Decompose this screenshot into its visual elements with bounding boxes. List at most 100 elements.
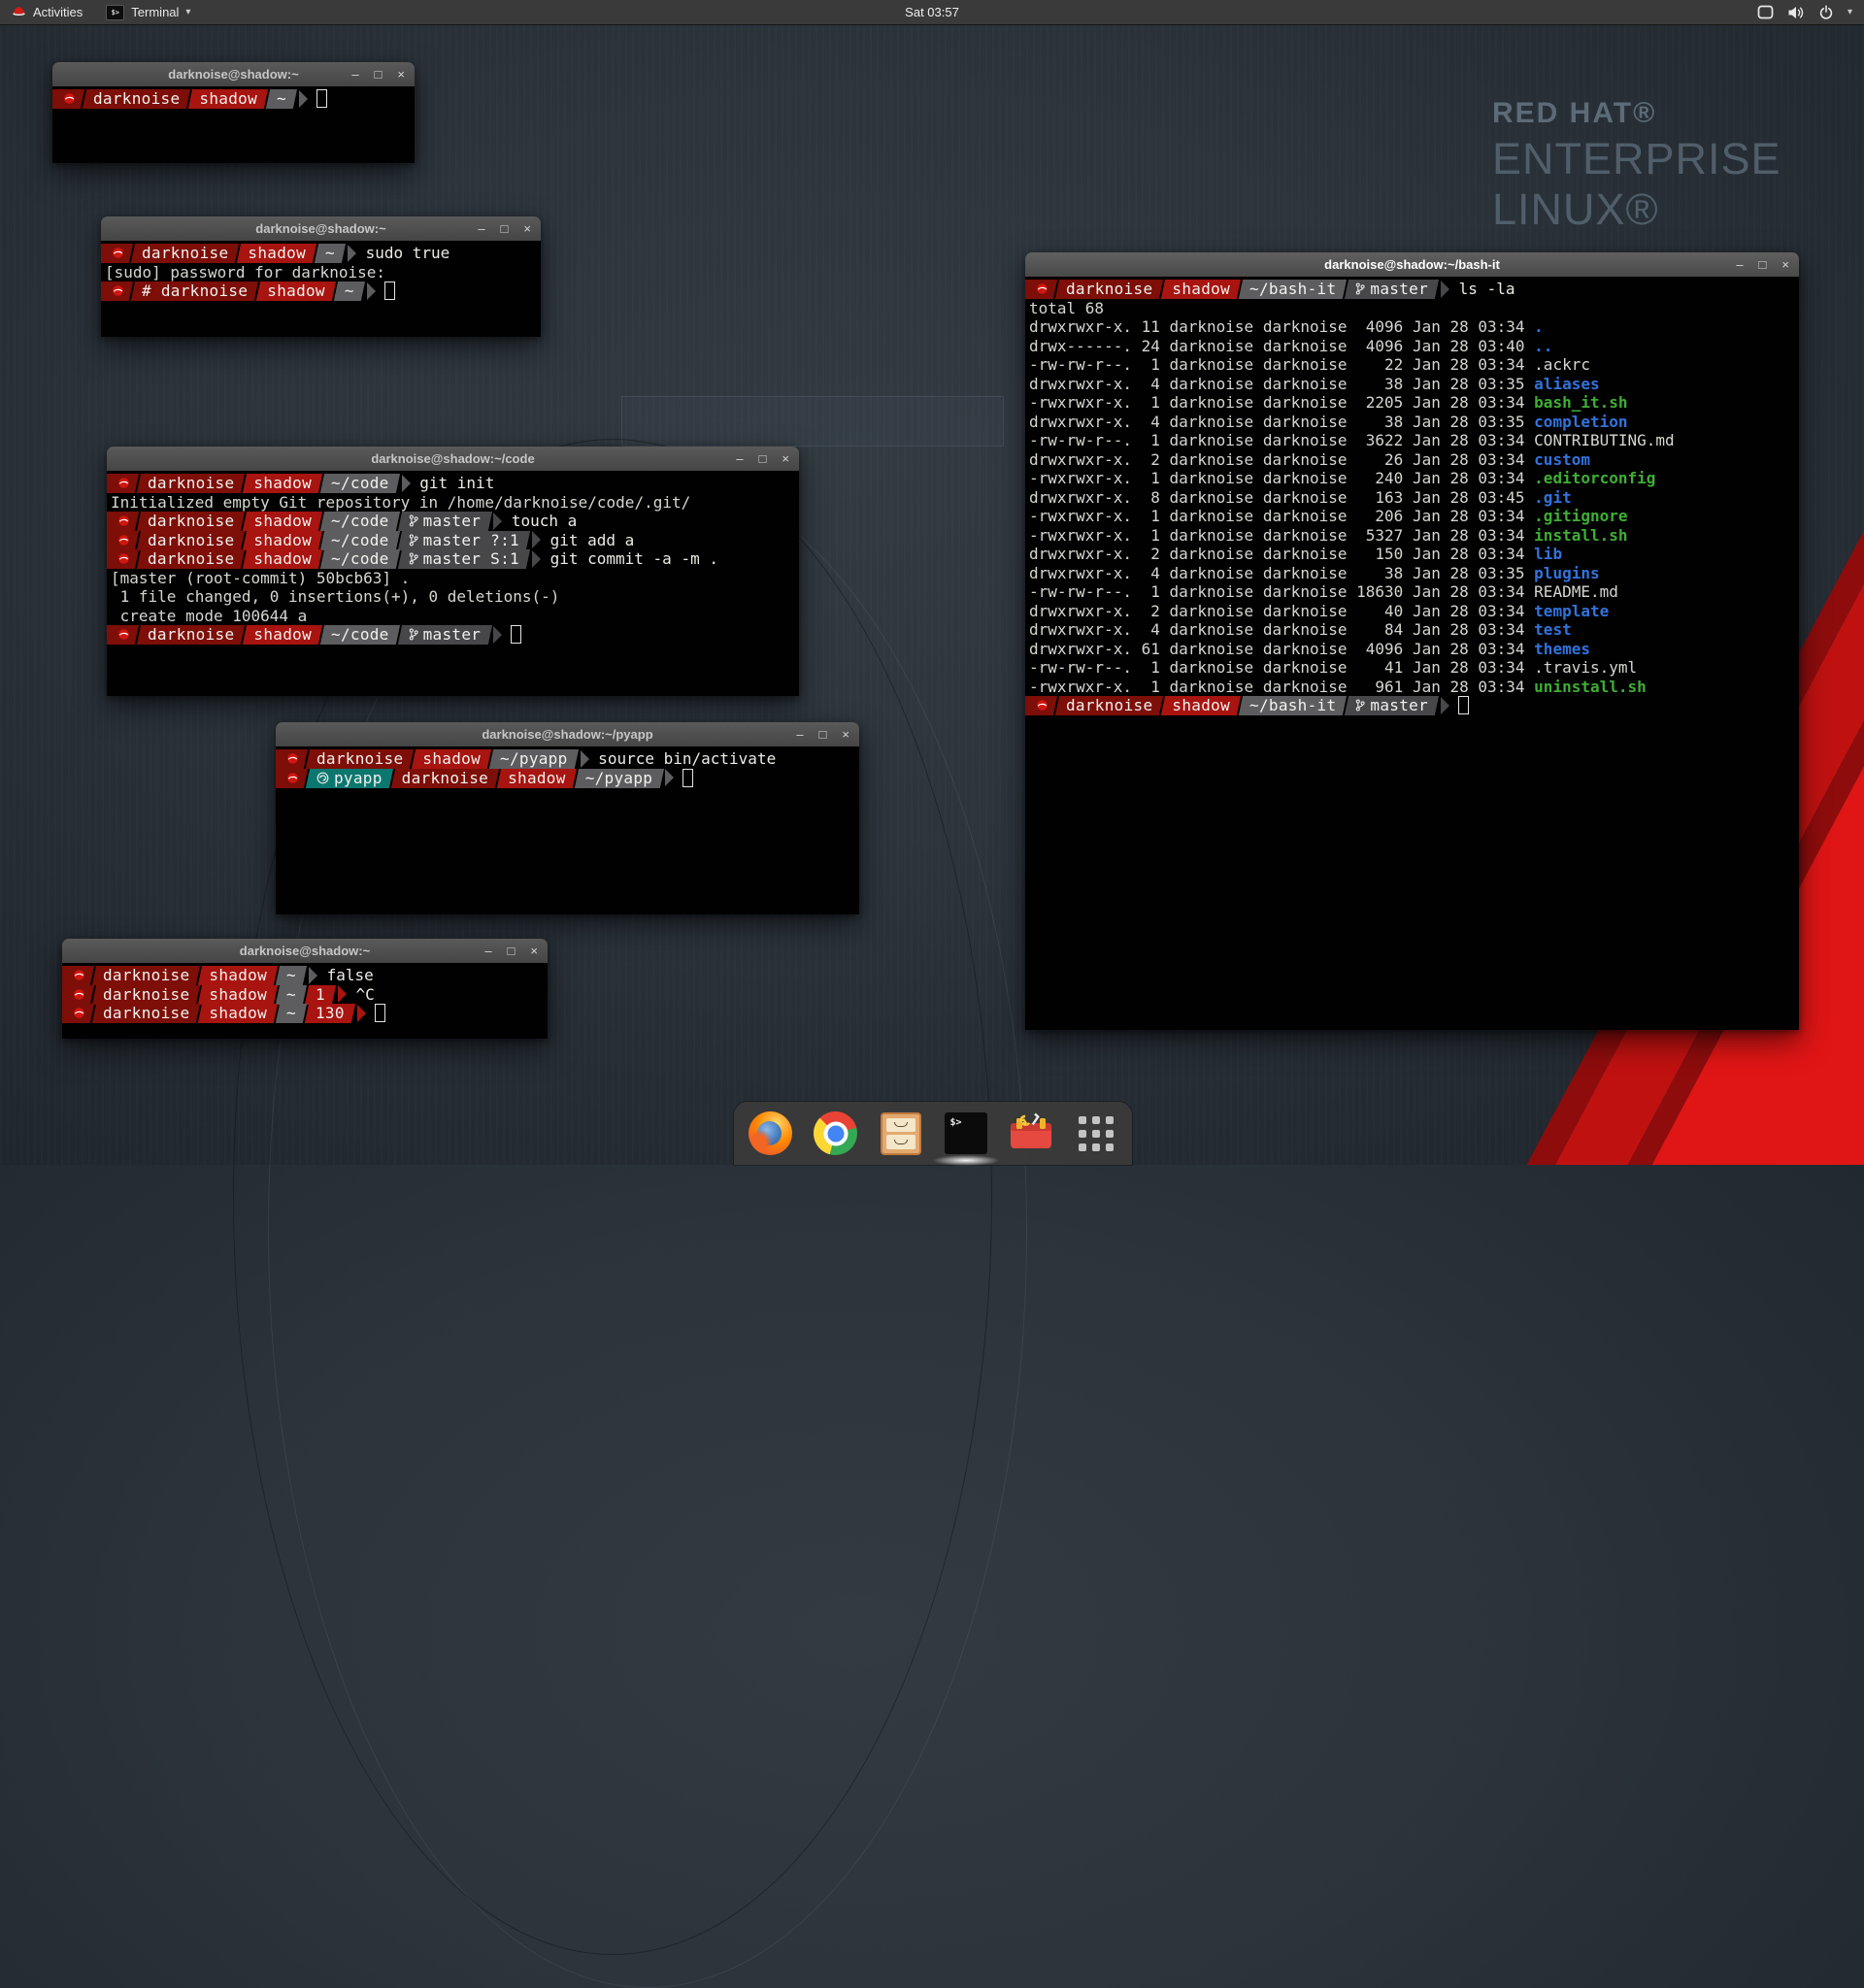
maximize-button[interactable]: □ bbox=[759, 447, 767, 471]
file-name: install.sh bbox=[1534, 526, 1627, 545]
minimize-button[interactable]: – bbox=[351, 62, 358, 86]
output-text: [master (root-commit) 50bcb63] . bbox=[111, 569, 410, 587]
prompt-segment-user: # darknoise bbox=[133, 282, 256, 301]
activities-button[interactable]: Activities bbox=[0, 0, 94, 24]
window-titlebar[interactable]: darknoise@shadow:~/pyapp –□ × bbox=[276, 722, 859, 747]
minimize-button[interactable]: – bbox=[1736, 252, 1743, 277]
terminal-content[interactable]: darknoiseshadow~/code git initInitialize… bbox=[107, 471, 799, 696]
terminal-content[interactable]: darknoiseshadow~/bash-itmaster ls -latot… bbox=[1025, 277, 1799, 1030]
output-text: drwxrwxr-x. 4 darknoise darknoise 38 Jan… bbox=[1029, 564, 1534, 582]
output-text: drwxrwxr-x. 2 darknoise darknoise 26 Jan… bbox=[1029, 450, 1534, 469]
close-button[interactable]: × bbox=[523, 216, 531, 241]
prompt-segment-host: shadow bbox=[200, 985, 276, 1005]
terminal-cursor bbox=[375, 1004, 385, 1022]
prompt-segment-user: darknoise bbox=[133, 244, 237, 263]
minimize-button[interactable]: – bbox=[736, 447, 743, 471]
prompt-endcap bbox=[338, 985, 347, 1003]
window-titlebar[interactable]: darknoise@shadow:~ –□× bbox=[101, 216, 541, 242]
prompt-segment-path: ~/pyapp bbox=[491, 749, 577, 769]
dock-item-files[interactable] bbox=[879, 1111, 923, 1156]
terminal-line: darknoiseshadow~ sudo true bbox=[105, 244, 537, 263]
terminal-line: -rw-rw-r--. 1 darknoise darknoise 3622 J… bbox=[1029, 431, 1795, 450]
minimize-button[interactable]: – bbox=[796, 722, 803, 746]
clock[interactable]: Sat 03:57 bbox=[905, 5, 959, 19]
chevron-down-icon[interactable]: ▾ bbox=[1847, 7, 1852, 17]
terminal-window-home-1[interactable]: darknoise@shadow:~ –□× darknoiseshadow~ bbox=[52, 62, 415, 163]
dock-item-toolbox[interactable] bbox=[1009, 1111, 1053, 1156]
maximize-button[interactable]: □ bbox=[375, 62, 383, 86]
maximize-button[interactable]: □ bbox=[508, 939, 516, 963]
output-text: drwxrwxr-x. 61 darknoise darknoise 4096 … bbox=[1029, 640, 1534, 658]
terminal-window-sudo[interactable]: darknoise@shadow:~ –□× darknoiseshadow~ … bbox=[101, 216, 541, 337]
prompt-segment-host: shadow bbox=[245, 625, 320, 645]
command-text: git init bbox=[411, 474, 495, 492]
terminal-line: darknoiseshadow~ false bbox=[66, 966, 544, 985]
file-name: plugins bbox=[1534, 564, 1599, 582]
dock-item-chrome[interactable] bbox=[814, 1111, 858, 1156]
minimize-button[interactable]: – bbox=[478, 216, 484, 241]
command-text: ^C bbox=[347, 985, 375, 1004]
brand-line-redhat: RED HAT® bbox=[1492, 99, 1781, 128]
output-text: 1 file changed, 0 insertions(+), 0 delet… bbox=[111, 587, 559, 606]
terminal-window-pyapp[interactable]: darknoise@shadow:~/pyapp –□ × darknoisesh… bbox=[276, 722, 859, 914]
terminal-line: -rw-rw-r--. 1 darknoise darknoise 41 Jan… bbox=[1029, 658, 1795, 678]
terminal-content[interactable]: darknoiseshadow~ bbox=[52, 86, 415, 163]
close-button[interactable]: × bbox=[782, 447, 789, 471]
dock-item-firefox[interactable] bbox=[749, 1111, 793, 1156]
toolbox-icon bbox=[1009, 1110, 1053, 1156]
terminal-line: drwxrwxr-x. 2 darknoise darknoise 26 Jan… bbox=[1029, 450, 1795, 470]
app-menu[interactable]: $> Terminal ▾ bbox=[94, 0, 202, 24]
desktop: { "topbar": { "activities_label": "Activ… bbox=[0, 0, 1864, 1165]
terminal-content[interactable]: darknoiseshadow~/pyapp source bin/activa… bbox=[276, 746, 859, 914]
output-text: drwxrwxr-x. 4 darknoise darknoise 38 Jan… bbox=[1029, 413, 1534, 431]
maximize-button[interactable]: □ bbox=[501, 216, 509, 241]
close-button[interactable]: × bbox=[842, 722, 849, 746]
volume-icon[interactable] bbox=[1787, 5, 1805, 20]
terminal-window-code[interactable]: darknoise@shadow:~/code –□× darknoisesha… bbox=[107, 447, 799, 696]
terminal-window-home-2[interactable]: darknoise@shadow:~ –□× darknoiseshadow~ … bbox=[62, 939, 548, 1039]
file-name: themes bbox=[1534, 640, 1590, 658]
prompt-segment-path: ~ bbox=[336, 282, 363, 301]
terminal-icon: $> bbox=[945, 1112, 987, 1154]
prompt-segment-path: ~/code bbox=[322, 474, 398, 493]
window-titlebar[interactable]: darknoise@shadow:~/code –□× bbox=[107, 447, 799, 472]
maximize-button[interactable]: □ bbox=[1759, 252, 1767, 277]
power-icon[interactable] bbox=[1818, 5, 1834, 20]
dock-item-app-grid[interactable] bbox=[1074, 1111, 1118, 1156]
prompt-endcap bbox=[299, 90, 308, 108]
window-title: darknoise@shadow:~/bash-it bbox=[1324, 257, 1500, 272]
output-text: -rwxrwxr-x. 1 darknoise darknoise 2205 J… bbox=[1029, 393, 1534, 412]
file-name: template bbox=[1534, 602, 1609, 620]
output-text: drwxrwxr-x. 2 darknoise darknoise 150 Ja… bbox=[1029, 545, 1534, 563]
terminal-line: darknoiseshadow~/bash-itmaster bbox=[1029, 696, 1795, 715]
terminal-line: -rwxrwxr-x. 1 darknoise darknoise 5327 J… bbox=[1029, 526, 1795, 546]
file-name: .. bbox=[1534, 337, 1552, 355]
output-text: drwxrwxr-x. 8 darknoise darknoise 163 Ja… bbox=[1029, 488, 1534, 507]
prompt-segment-host: shadow bbox=[1163, 280, 1239, 299]
redhat-prompt-icon bbox=[56, 89, 83, 109]
terminal-window-bash-it[interactable]: darknoise@shadow:~/bash-it –□ × darknoise… bbox=[1025, 252, 1799, 1030]
window-titlebar[interactable]: darknoise@shadow:~ –□× bbox=[52, 62, 415, 87]
close-button[interactable]: × bbox=[1781, 252, 1789, 277]
window-titlebar[interactable]: darknoise@shadow:~/bash-it –□ × bbox=[1025, 252, 1799, 278]
display-icon[interactable] bbox=[1757, 5, 1774, 19]
redhat-logo-icon bbox=[12, 5, 26, 20]
terminal-content[interactable]: darknoiseshadow~ sudo true[sudo] passwor… bbox=[101, 241, 541, 337]
prompt-endcap bbox=[402, 475, 411, 492]
terminal-line: drwxrwxr-x. 11 darknoise darknoise 4096 … bbox=[1029, 317, 1795, 337]
prompt-endcap bbox=[1441, 281, 1449, 298]
terminal-line: drwxrwxr-x. 2 darknoise darknoise 40 Jan… bbox=[1029, 602, 1795, 621]
terminal-line: -rw-rw-r--. 1 darknoise darknoise 18630 … bbox=[1029, 582, 1795, 602]
prompt-segment-user: darknoise bbox=[94, 1004, 198, 1023]
maximize-button[interactable]: □ bbox=[819, 722, 827, 746]
minimize-button[interactable]: – bbox=[484, 939, 491, 963]
prompt-segment-host: shadow bbox=[245, 531, 320, 550]
window-titlebar[interactable]: darknoise@shadow:~ –□× bbox=[62, 939, 548, 964]
terminal-content[interactable]: darknoiseshadow~ falsedarknoiseshadow~1 … bbox=[62, 963, 548, 1039]
window-title: darknoise@shadow:~/pyapp bbox=[482, 727, 652, 742]
terminal-line: darknoiseshadow~1 ^C bbox=[66, 985, 544, 1005]
close-button[interactable]: × bbox=[397, 62, 405, 86]
prompt-segment-git: master bbox=[400, 512, 490, 531]
close-button[interactable]: × bbox=[530, 939, 538, 963]
dock-item-terminal[interactable]: $> bbox=[944, 1111, 988, 1156]
